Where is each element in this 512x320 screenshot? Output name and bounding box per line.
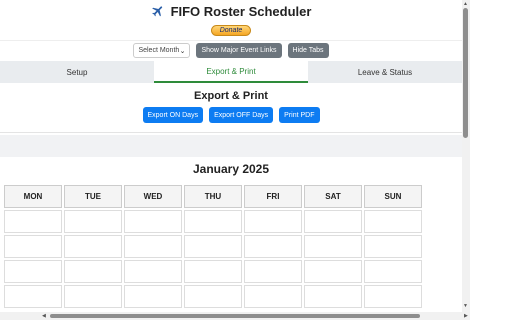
- calendar-grid: MON TUE WED THU FRI SAT SUN: [4, 185, 458, 308]
- weekday-header-tue: TUE: [64, 185, 122, 208]
- day-cell[interactable]: [4, 260, 62, 283]
- app-title: FIFO Roster Scheduler: [170, 3, 312, 19]
- day-cell[interactable]: [64, 210, 122, 233]
- show-major-events-button[interactable]: Show Major Event Links: [196, 43, 282, 58]
- hide-tabs-button[interactable]: Hide Tabs: [287, 43, 329, 58]
- day-cell[interactable]: [304, 235, 362, 258]
- export-on-days-button[interactable]: Export ON Days: [142, 107, 204, 123]
- month-select[interactable]: Select Month ⌄: [133, 43, 191, 58]
- export-panel: Export & Print Export ON Days Export OFF…: [0, 83, 462, 133]
- day-cell[interactable]: [4, 285, 62, 308]
- airplane-icon: [151, 4, 165, 18]
- title-row: FIFO Roster Scheduler: [0, 3, 462, 19]
- month-select-value: Select Month: [138, 47, 180, 54]
- horizontal-scrollbar[interactable]: [0, 312, 470, 320]
- chevron-down-icon: ⌄: [179, 47, 186, 55]
- controls-bar: Select Month ⌄ Show Major Event Links Hi…: [0, 40, 462, 60]
- day-cell[interactable]: [364, 260, 422, 283]
- day-cell[interactable]: [64, 260, 122, 283]
- day-cell[interactable]: [364, 235, 422, 258]
- export-heading: Export & Print: [194, 90, 268, 102]
- weekday-header-thu: THU: [184, 185, 242, 208]
- export-buttons: Export ON Days Export OFF Days Print PDF: [0, 107, 462, 123]
- calendar: January 2025 MON TUE WED THU FRI SAT SUN: [0, 157, 462, 308]
- scroll-left-arrow-icon[interactable]: ◀: [42, 313, 46, 319]
- weekday-header-sun: SUN: [364, 185, 422, 208]
- weekday-header-sat: SAT: [304, 185, 362, 208]
- day-cell[interactable]: [244, 260, 302, 283]
- day-cell[interactable]: [124, 260, 182, 283]
- day-cell[interactable]: [184, 260, 242, 283]
- weekday-header-wed: WED: [124, 185, 182, 208]
- day-cell[interactable]: [4, 235, 62, 258]
- app-viewport: FIFO Roster Scheduler Donate Select Mont…: [0, 0, 462, 312]
- tab-setup[interactable]: Setup: [0, 61, 154, 83]
- day-cell[interactable]: [364, 210, 422, 233]
- section-divider: [0, 135, 462, 157]
- day-cell[interactable]: [364, 285, 422, 308]
- day-cell[interactable]: [124, 235, 182, 258]
- day-cell[interactable]: [184, 210, 242, 233]
- scroll-right-arrow-icon[interactable]: ▶: [464, 313, 468, 319]
- month-title: January 2025: [192, 162, 270, 176]
- day-cell[interactable]: [124, 285, 182, 308]
- donate-button[interactable]: Donate: [210, 25, 252, 36]
- day-cell[interactable]: [64, 235, 122, 258]
- tab-leave-status[interactable]: Leave & Status: [308, 61, 462, 83]
- tab-export-print[interactable]: Export & Print: [154, 61, 308, 83]
- print-pdf-button[interactable]: Print PDF: [279, 107, 320, 123]
- day-cell[interactable]: [244, 235, 302, 258]
- day-cell[interactable]: [304, 285, 362, 308]
- weekday-header-mon: MON: [4, 185, 62, 208]
- day-cell[interactable]: [64, 285, 122, 308]
- day-cell[interactable]: [304, 210, 362, 233]
- export-off-days-button[interactable]: Export OFF Days: [209, 107, 274, 123]
- scroll-down-arrow-icon[interactable]: ▼: [463, 303, 468, 309]
- weekday-header-fri: FRI: [244, 185, 302, 208]
- horizontal-scroll-thumb[interactable]: [50, 314, 420, 318]
- day-cell[interactable]: [184, 285, 242, 308]
- day-cell[interactable]: [4, 210, 62, 233]
- day-cell[interactable]: [124, 210, 182, 233]
- vertical-scroll-thumb[interactable]: [463, 8, 468, 138]
- window-margin: [470, 0, 512, 320]
- tab-bar: Setup Export & Print Leave & Status: [0, 61, 462, 83]
- day-cell[interactable]: [244, 210, 302, 233]
- scroll-up-arrow-icon[interactable]: ▲: [463, 1, 468, 7]
- day-cell[interactable]: [184, 235, 242, 258]
- app-header: FIFO Roster Scheduler Donate: [0, 0, 462, 40]
- vertical-scrollbar[interactable]: [462, 0, 470, 312]
- page-content: FIFO Roster Scheduler Donate Select Mont…: [0, 0, 462, 308]
- day-cell[interactable]: [244, 285, 302, 308]
- day-cell[interactable]: [304, 260, 362, 283]
